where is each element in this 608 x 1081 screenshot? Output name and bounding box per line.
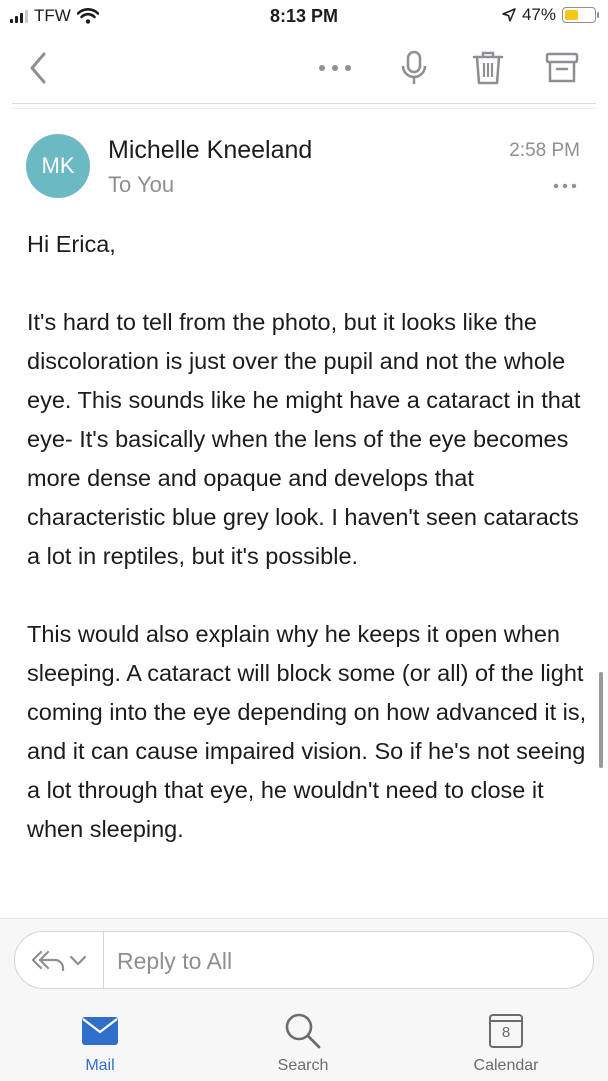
location-arrow-icon [502, 8, 516, 22]
dictate-button[interactable] [392, 46, 436, 90]
reply-box[interactable]: Reply to All [14, 931, 594, 989]
message-more-button[interactable] [552, 176, 578, 196]
delete-button[interactable] [466, 46, 510, 90]
more-options-button[interactable] [313, 46, 357, 90]
toolbar-divider-shadow [12, 108, 596, 109]
recipients-label[interactable]: To You [108, 172, 174, 198]
greeting: Hi Erica, [27, 231, 116, 257]
message-time: 2:58 PM [509, 140, 580, 161]
archive-icon [545, 52, 579, 83]
more-horizontal-icon [319, 65, 351, 71]
sender-name[interactable]: Michelle Kneeland [108, 136, 312, 165]
calendar-day: 8 [501, 1024, 511, 1041]
message-toolbar [0, 34, 608, 104]
tab-calendar[interactable]: 8 Calendar [446, 1011, 566, 1075]
tab-search[interactable]: Search [243, 1011, 363, 1075]
trash-icon [472, 51, 504, 85]
tab-mail[interactable]: Mail [40, 1011, 160, 1075]
search-icon [285, 1013, 321, 1049]
tab-mail-label: Mail [85, 1057, 115, 1074]
status-bar: TFW 8:13 PM 47% [0, 0, 608, 34]
microphone-icon [401, 50, 427, 84]
reply-all-icon [31, 950, 65, 972]
back-chevron-icon [30, 52, 46, 84]
chevron-down-icon [69, 955, 87, 966]
scrollbar[interactable] [599, 672, 603, 768]
back-button[interactable] [16, 46, 60, 90]
body-paragraph: It's hard to tell from the photo, but it… [27, 309, 581, 569]
body-paragraph: This would also explain why he keeps it … [27, 621, 587, 842]
battery-percent: 47% [521, 5, 556, 24]
reply-input-placeholder[interactable]: Reply to All [117, 948, 232, 975]
toolbar-divider [12, 103, 596, 104]
mail-icon [82, 1017, 118, 1045]
sender-avatar[interactable]: MK [26, 134, 90, 198]
battery-icon [562, 7, 599, 23]
message-body: Hi Erica, It's hard to tell from the pho… [27, 225, 587, 849]
bottom-area: Reply to All Mail Search 8 Calendar [0, 918, 608, 1081]
tab-calendar-label: Calendar [473, 1057, 539, 1074]
reply-options-button[interactable] [15, 932, 104, 988]
archive-button[interactable] [540, 46, 584, 90]
more-horizontal-icon [553, 183, 577, 189]
tab-search-label: Search [277, 1057, 329, 1074]
calendar-icon: 8 [489, 1014, 523, 1048]
